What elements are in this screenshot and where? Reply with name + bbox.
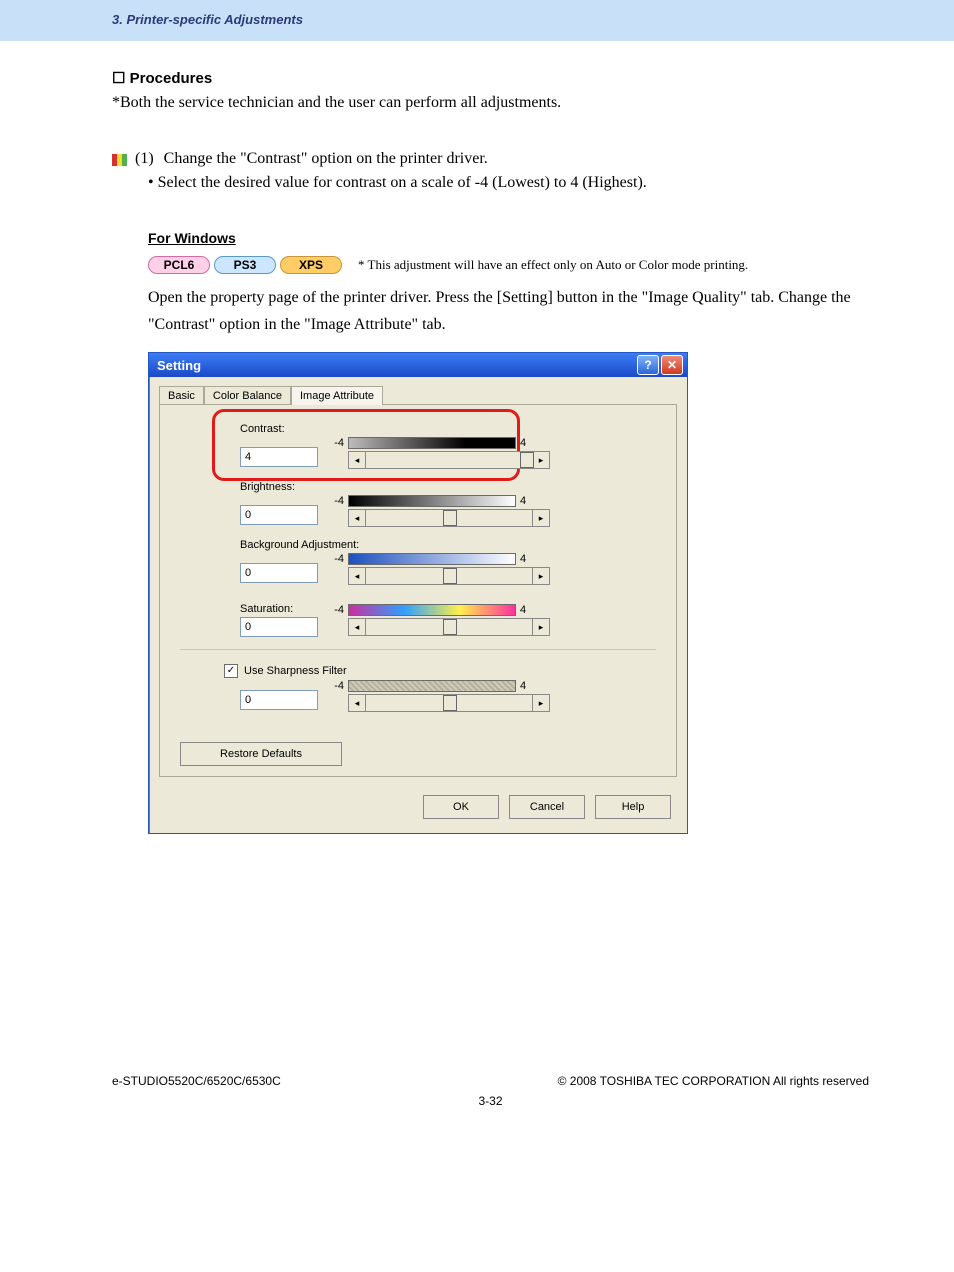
page-footer: e-STUDIO5520C/6520C/6530C © 2008 TOSHIBA… (0, 1074, 954, 1138)
separator (180, 649, 656, 650)
badge-row: PCL6 PS3 XPS * This adjustment will have… (148, 256, 874, 274)
brightness-label: Brightness: (240, 481, 656, 493)
driver-instructions: Open the property page of the printer dr… (148, 284, 874, 338)
badge-pcl6: PCL6 (148, 256, 210, 274)
background-input[interactable] (240, 563, 318, 583)
footer-copyright: © 2008 TOSHIBA TEC CORPORATION All right… (558, 1074, 869, 1088)
step-sub-bullet: • Select the desired value for contrast … (148, 174, 874, 192)
footer-page-number: 3-32 (112, 1094, 869, 1108)
tab-strip: Basic Color Balance Image Attribute (149, 377, 687, 404)
brightness-increase[interactable]: ▸ (532, 509, 550, 527)
brightness-gradient (348, 495, 516, 507)
restore-defaults-button[interactable]: Restore Defaults (180, 742, 342, 766)
background-slider[interactable] (366, 567, 532, 585)
contrast-input[interactable] (240, 447, 318, 467)
background-label: Background Adjustment: (240, 539, 656, 551)
brightness-input[interactable] (240, 505, 318, 525)
sharpness-increase[interactable]: ▸ (532, 694, 550, 712)
sharpness-label: Use Sharpness Filter (244, 665, 347, 677)
saturation-input[interactable] (240, 617, 318, 637)
background-gradient (348, 553, 516, 565)
setting-dialog: Setting ? ✕ Basic Color Balance Image At… (148, 352, 688, 834)
sharpness-gradient (348, 680, 516, 692)
rgb-icon (112, 154, 127, 166)
sharpness-slider[interactable] (366, 694, 532, 712)
saturation-increase[interactable]: ▸ (532, 618, 550, 636)
procedures-heading: ☐ Procedures (112, 69, 874, 88)
saturation-decrease[interactable]: ◂ (348, 618, 366, 636)
brightness-decrease[interactable]: ◂ (348, 509, 366, 527)
footer-model: e-STUDIO5520C/6520C/6530C (112, 1074, 281, 1088)
section-title: 3. Printer-specific Adjustments (112, 12, 954, 27)
badge-ps3: PS3 (214, 256, 276, 274)
cancel-button[interactable]: Cancel (509, 795, 585, 819)
sharpness-decrease[interactable]: ◂ (348, 694, 366, 712)
for-windows-heading: For Windows (148, 230, 874, 246)
saturation-label: Saturation: (240, 603, 330, 615)
tab-image-attribute[interactable]: Image Attribute (291, 386, 383, 405)
tab-color-balance[interactable]: Color Balance (204, 386, 291, 405)
badge-xps: XPS (280, 256, 342, 274)
tab-basic[interactable]: Basic (159, 386, 204, 405)
help-icon[interactable]: ? (637, 355, 659, 375)
step-number: (1) (135, 150, 154, 168)
dialog-title: Setting (157, 358, 635, 373)
background-decrease[interactable]: ◂ (348, 567, 366, 585)
contrast-increase[interactable]: ▸ (532, 451, 550, 469)
saturation-gradient (348, 604, 516, 616)
sharpness-checkbox[interactable]: ✓ (224, 664, 238, 678)
contrast-gradient (348, 437, 516, 449)
background-increase[interactable]: ▸ (532, 567, 550, 585)
page-header: 3. Printer-specific Adjustments (0, 0, 954, 41)
brightness-slider[interactable] (366, 509, 532, 527)
titlebar[interactable]: Setting ? ✕ (149, 353, 687, 377)
badge-note: * This adjustment will have an effect on… (358, 257, 748, 273)
dialog-buttons: OK Cancel Help (149, 785, 687, 833)
help-button[interactable]: Help (595, 795, 671, 819)
contrast-label: Contrast: (240, 423, 656, 435)
contrast-decrease[interactable]: ◂ (348, 451, 366, 469)
step-text: Change the "Contrast" option on the prin… (164, 150, 488, 168)
tab-panel-image-attribute: Contrast: -4 4 ◂ ▸ (159, 404, 677, 777)
close-icon[interactable]: ✕ (661, 355, 683, 375)
sharpness-input[interactable] (240, 690, 318, 710)
saturation-slider[interactable] (366, 618, 532, 636)
ok-button[interactable]: OK (423, 795, 499, 819)
procedures-note: *Both the service technician and the use… (112, 94, 874, 112)
step-row: (1) Change the "Contrast" option on the … (112, 150, 874, 168)
contrast-slider[interactable] (366, 451, 532, 469)
